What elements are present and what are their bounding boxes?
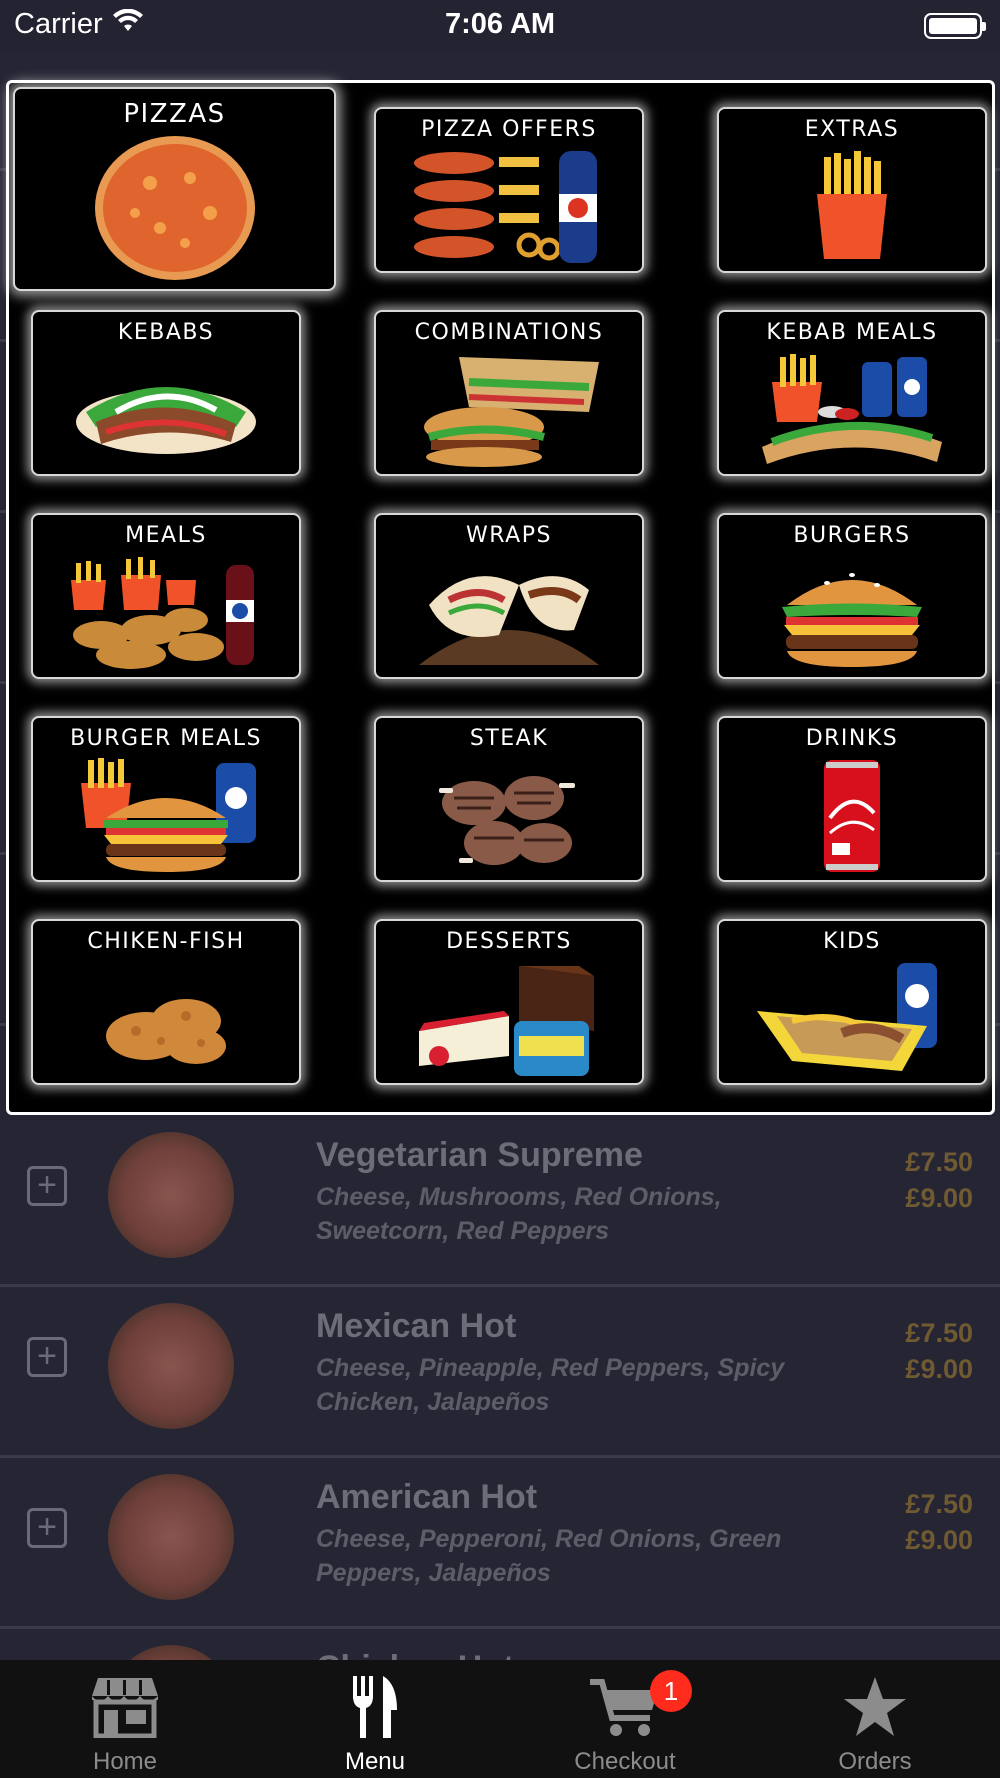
pizza-thumbnail xyxy=(108,1474,234,1600)
category-kids[interactable]: KIDS xyxy=(717,919,987,1085)
category-drinks[interactable]: DRINKS xyxy=(717,716,987,882)
tab-bar: Home Menu 1 Checkout Orders xyxy=(0,1660,1000,1778)
category-label: MEALS xyxy=(125,523,207,548)
menu-item-row[interactable]: + American Hot Cheese, Pepperoni, Red On… xyxy=(0,1458,1000,1629)
category-label: BURGERS xyxy=(793,523,911,548)
category-label: KIDS xyxy=(823,929,881,954)
add-item-button[interactable]: + xyxy=(27,1508,67,1548)
add-item-button[interactable]: + xyxy=(27,1166,67,1206)
item-name: American Hot xyxy=(316,1478,538,1516)
category-label: WRAPS xyxy=(466,523,552,548)
item-prices: £7.50 £9.00 xyxy=(905,1486,973,1558)
burger-icon xyxy=(719,555,985,675)
category-meals[interactable]: MEALS xyxy=(31,513,301,679)
add-item-button[interactable]: + xyxy=(27,1337,67,1377)
category-label: DESSERTS xyxy=(446,929,572,954)
star-icon xyxy=(842,1674,908,1740)
category-panel: PIZZAS PIZZA OFFERS EXTRAS KEBABS COMBIN… xyxy=(6,80,995,1115)
menu-item-row[interactable]: + Vegetarian Supreme Cheese, Mushrooms, … xyxy=(0,1116,1000,1287)
category-wraps[interactable]: WRAPS xyxy=(374,513,644,679)
pizza-icon xyxy=(15,133,334,280)
tab-label: Menu xyxy=(344,1748,406,1775)
store-icon xyxy=(90,1674,160,1740)
tab-orders[interactable]: Orders xyxy=(750,1660,1000,1778)
category-steak[interactable]: STEAK xyxy=(374,716,644,882)
category-label: BURGER MEALS xyxy=(70,726,262,751)
category-label: PIZZAS xyxy=(123,99,226,129)
dessert-icon xyxy=(376,961,642,1081)
tab-menu[interactable]: Menu xyxy=(250,1660,500,1778)
tab-checkout[interactable]: 1 Checkout xyxy=(500,1660,750,1778)
category-burgers[interactable]: BURGERS xyxy=(717,513,987,679)
pizza-offers-icon xyxy=(376,149,642,269)
category-combinations[interactable]: COMBINATIONS xyxy=(374,310,644,476)
kids-meal-icon xyxy=(719,961,985,1081)
category-label: EXTRAS xyxy=(804,117,900,142)
category-extras[interactable]: EXTRAS xyxy=(717,107,987,273)
category-burger-meals[interactable]: BURGER MEALS xyxy=(31,716,301,882)
category-chiken-fish[interactable]: CHIKEN-FISH xyxy=(31,919,301,1085)
chicken-meal-icon xyxy=(33,555,299,675)
category-label: KEBAB MEALS xyxy=(766,320,938,345)
fries-icon xyxy=(719,149,985,269)
item-name: Mexican Hot xyxy=(316,1307,517,1345)
wrap-icon xyxy=(376,555,642,675)
tab-label: Orders xyxy=(838,1748,912,1775)
menu-item-row[interactable]: + Mexican Hot Cheese, Pineapple, Red Pep… xyxy=(0,1287,1000,1458)
combination-icon xyxy=(376,352,642,472)
item-description: Cheese, Pepperoni, Red Onions, Green Pep… xyxy=(316,1525,782,1587)
price-large: £9.00 xyxy=(905,1354,973,1384)
pizza-thumbnail xyxy=(108,1132,234,1258)
clock: 7:06 AM xyxy=(444,8,556,40)
price-small: £7.50 xyxy=(905,1489,973,1519)
category-label: COMBINATIONS xyxy=(414,320,604,345)
tab-home[interactable]: Home xyxy=(0,1660,250,1778)
screen: Carrier 7:06 AM + Vegetarian Supreme Che… xyxy=(0,0,1000,1778)
category-desserts[interactable]: DESSERTS xyxy=(374,919,644,1085)
category-label: PIZZA OFFERS xyxy=(421,117,597,142)
category-label: DRINKS xyxy=(805,726,899,751)
fried-chicken-icon xyxy=(33,961,299,1081)
category-kebabs[interactable]: KEBABS xyxy=(31,310,301,476)
steak-icon xyxy=(376,758,642,878)
category-label: STEAK xyxy=(469,726,549,751)
item-prices: £7.50 £9.00 xyxy=(905,1315,973,1387)
category-label: KEBABS xyxy=(117,320,215,345)
category-kebab-meals[interactable]: KEBAB MEALS xyxy=(717,310,987,476)
kebab-meal-icon xyxy=(719,352,985,472)
tab-label: Home xyxy=(92,1748,158,1775)
category-label: CHIKEN-FISH xyxy=(87,929,245,954)
price-large: £9.00 xyxy=(905,1183,973,1213)
item-prices: £7.50 £9.00 xyxy=(905,1144,973,1216)
item-description: Cheese, Mushrooms, Red Onions, Sweetcorn… xyxy=(316,1183,722,1245)
kebab-icon xyxy=(33,352,299,472)
item-name: Vegetarian Supreme xyxy=(316,1136,643,1174)
item-description: Cheese, Pineapple, Red Peppers, Spicy Ch… xyxy=(316,1354,785,1416)
price-small: £7.50 xyxy=(905,1318,973,1348)
price-small: £7.50 xyxy=(905,1147,973,1177)
category-pizzas[interactable]: PIZZAS xyxy=(13,87,336,291)
fork-knife-icon xyxy=(349,1674,401,1740)
cola-can-icon xyxy=(719,758,985,878)
cart-badge: 1 xyxy=(650,1670,692,1712)
tab-label: Checkout xyxy=(574,1748,676,1775)
price-large: £9.00 xyxy=(905,1525,973,1555)
burger-meal-icon xyxy=(33,758,299,878)
category-pizza-offers[interactable]: PIZZA OFFERS xyxy=(374,107,644,273)
pizza-thumbnail xyxy=(108,1303,234,1429)
battery-icon xyxy=(924,13,986,39)
status-bar: Carrier 7:06 AM xyxy=(0,0,1000,50)
